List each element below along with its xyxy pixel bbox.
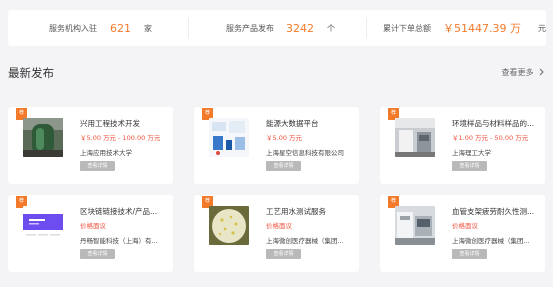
stat-label: 服务机构入驻 [49, 23, 97, 33]
stat-unit: 元 [537, 23, 546, 33]
view-detail-button[interactable]: 查看详情 [452, 161, 487, 171]
card-title[interactable]: 工艺用水测试服务 [266, 206, 354, 217]
stat-unit: 家 [144, 23, 152, 33]
card-title[interactable]: 能源大数据平台 [266, 118, 354, 129]
thumbnail-image [23, 118, 63, 157]
card-org: 丹畅智能科技（上海）有... [80, 237, 158, 245]
thumbnail-image [395, 206, 435, 245]
view-detail-button[interactable]: 查看详情 [80, 161, 115, 171]
service-card[interactable]: 荐 兴用工程技术开发 ￥5.00 万元 - 100.00 万元 上海应用技术大学… [8, 107, 173, 184]
stat-unit: 个 [327, 23, 335, 33]
stat-institutions: 服务机构入驻 621 家 [49, 10, 152, 46]
more-link[interactable]: 查看更多 [501, 67, 544, 78]
card-org: 上海理工大学 [452, 149, 491, 157]
card-title[interactable]: 兴用工程技术开发 [80, 118, 168, 129]
card-price: ￥1.00 万元 - 50.00 万元 [452, 134, 529, 142]
card-title[interactable]: 血管支架疲劳耐久性测... [452, 206, 540, 217]
service-card[interactable]: 荐 能源大数据平台 ￥5.00 万元 上海星空信息科技有限公司 查看详情 [194, 107, 359, 184]
card-title[interactable]: 区块链链接技术/产品... [80, 206, 168, 217]
view-detail-button[interactable]: 查看详情 [266, 249, 301, 259]
stat-products: 服务产品发布 3242 个 [226, 10, 335, 46]
view-detail-button[interactable]: 查看详情 [452, 249, 487, 259]
thumbnail-image [209, 206, 249, 245]
card-org: 上海星空信息科技有限公司 [266, 149, 344, 157]
stat-orders: 累计下单总额 ￥51447.39 万 元 [383, 10, 546, 46]
divider [366, 18, 367, 38]
thumbnail-image [395, 118, 435, 157]
thumbnail-image [209, 118, 249, 157]
chevron-right-icon [539, 68, 544, 78]
card-price: 价格面议 [452, 222, 478, 230]
view-detail-button[interactable]: 查看详情 [266, 161, 301, 171]
more-label: 查看更多 [501, 68, 534, 77]
view-detail-button[interactable]: 查看详情 [80, 249, 115, 259]
card-org: 上海微创医疗器械（集团... [266, 237, 344, 245]
thumbnail-image [23, 206, 63, 245]
service-card[interactable]: 荐 区块链链接技术/产品... 价格面议 丹畅智能科技（上海）有... 查看详情 [8, 195, 173, 272]
stat-value: 621 [110, 21, 131, 35]
card-title[interactable]: 环境样品与材料样品的... [452, 118, 540, 129]
stat-value: ￥51447.39 万 [443, 22, 521, 35]
service-card[interactable]: 荐 工艺用水测试服务 价格面议 上海微创医疗器械（集团... 查看详情 [194, 195, 359, 272]
stats-bar: 服务机构入驻 621 家 服务产品发布 3242 个 累计下单总额 ￥51447… [8, 10, 546, 46]
service-card[interactable]: 荐 环境样品与材料样品的... ￥1.00 万元 - 50.00 万元 上海理工… [380, 107, 545, 184]
stat-value: 3242 [286, 21, 314, 35]
card-price: ￥5.00 万元 - 100.00 万元 [80, 134, 161, 142]
card-price: 价格面议 [80, 222, 106, 230]
card-org: 上海微创医疗器械（集团... [452, 237, 530, 245]
card-price: ￥5.00 万元 [266, 134, 303, 142]
stat-label: 服务产品发布 [226, 23, 274, 33]
section-title: 最新发布 [8, 66, 54, 80]
stat-label: 累计下单总额 [383, 23, 431, 33]
divider [188, 18, 189, 38]
card-org: 上海应用技术大学 [80, 149, 132, 157]
card-price: 价格面议 [266, 222, 292, 230]
service-card[interactable]: 荐 血管支架疲劳耐久性测... 价格面议 上海微创医疗器械（集团... 查看详情 [380, 195, 545, 272]
